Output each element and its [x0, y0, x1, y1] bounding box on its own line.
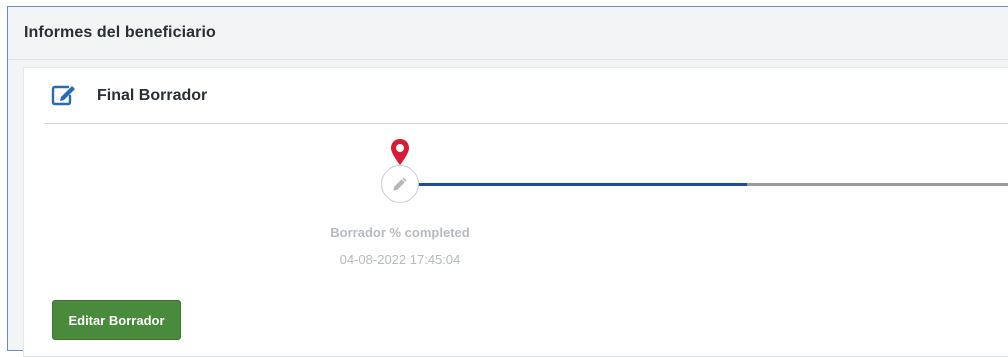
card-title: Final Borrador	[97, 87, 208, 104]
timeline-pending-line	[747, 183, 1008, 186]
timeline-progress-line	[417, 183, 747, 186]
pencil-icon	[393, 177, 407, 191]
card-header: Final Borrador	[44, 68, 1008, 124]
panel-header: Informes del beneficiario	[8, 7, 1008, 60]
timeline-step-date: 04-08-2022 17:45:04	[339, 252, 461, 267]
edit-draft-button[interactable]: Editar Borrador	[52, 300, 181, 340]
edit-square-icon	[51, 84, 77, 106]
beneficiary-reports-panel: Informes del beneficiario Final Borrador	[7, 6, 1008, 357]
panel-title: Informes del beneficiario	[24, 24, 216, 41]
map-pin-icon	[390, 138, 410, 166]
timeline-step-node[interactable]	[381, 165, 419, 203]
final-draft-card: Final Borrador Borrador % completed 04-0…	[23, 67, 1008, 357]
progress-timeline: Borrador % completed 04-08-2022 17:45:04	[24, 138, 1008, 278]
timeline-step-label: Borrador % completed	[330, 225, 470, 240]
